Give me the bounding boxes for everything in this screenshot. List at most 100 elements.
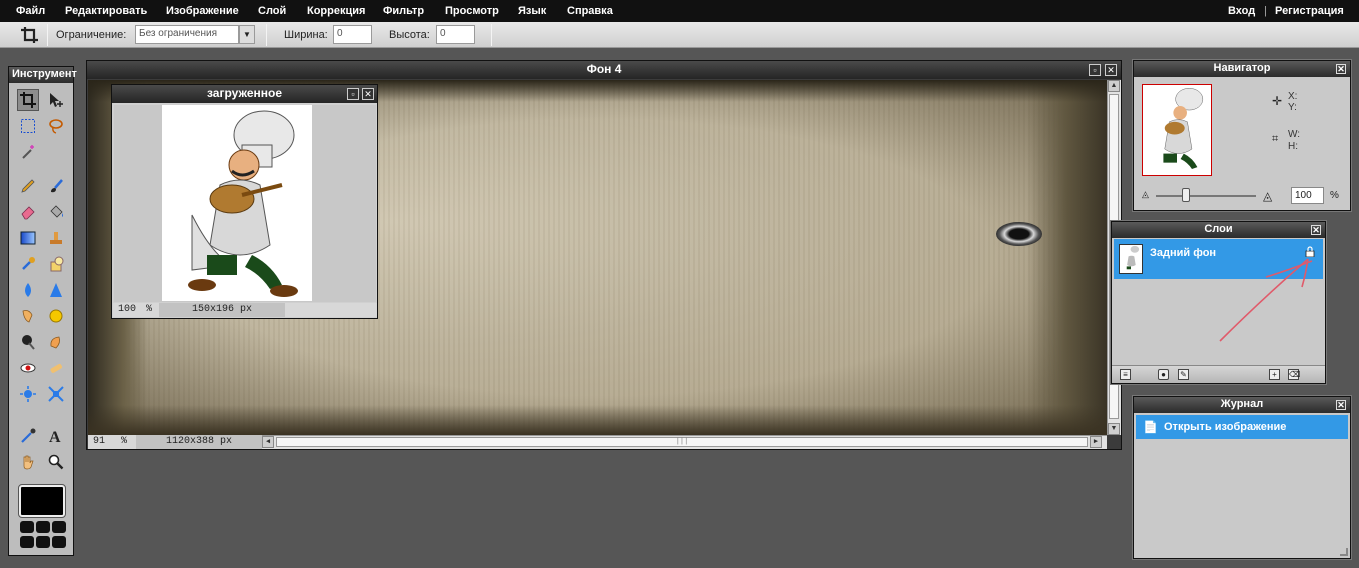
menu-layer[interactable]: Слой [258,5,286,17]
menu-file[interactable]: Файл [16,5,45,17]
zoom-input[interactable]: 91 [93,436,105,447]
brush-icon[interactable] [45,175,67,197]
close-icon[interactable]: ✕ [1311,225,1321,235]
menu-filter[interactable]: Фильтр [383,5,424,17]
pinch-icon[interactable] [45,383,67,405]
pencil-icon[interactable] [17,175,39,197]
swatch[interactable] [52,536,66,548]
width-input[interactable]: 0 [333,25,372,44]
chevron-down-icon[interactable]: ▼ [239,25,255,44]
resize-handle[interactable] [1340,548,1348,556]
magic-wand-icon[interactable] [17,141,39,163]
scroll-down-icon[interactable]: ▼ [1108,423,1120,435]
close-icon[interactable]: ✕ [1105,64,1117,76]
layers-title: Слои [1112,222,1325,238]
zoom-slider-track[interactable] [1156,195,1256,197]
move-icon[interactable] [45,89,67,111]
zoom-slider-thumb[interactable] [1182,188,1190,202]
maximize-icon[interactable]: ▫ [1089,64,1101,76]
gradient-icon[interactable] [17,227,39,249]
zoom-in-icon[interactable]: ◬ [1263,189,1272,203]
selection-size-icon: ⌗ [1272,133,1279,145]
close-icon[interactable]: ✕ [362,88,374,100]
menu-help[interactable]: Справка [567,5,613,17]
scroll-right-icon[interactable]: ▶ [1090,436,1102,448]
tools-panel: Инструмент A [8,66,77,556]
main-document-title: Фон 4 [87,61,1121,79]
color-picker-icon[interactable] [17,425,39,447]
options-divider [266,24,267,46]
color-replace-icon[interactable] [17,253,39,275]
menu-separator: | [1264,5,1267,17]
sponge-icon[interactable] [45,305,67,327]
navigator-zoom-unit: % [1330,190,1339,201]
constraint-label: Ограничение: [56,29,127,41]
scroll-left-icon[interactable]: ◀ [262,436,274,448]
layers-panel: Слои ✕ Задний фон ≡ ● ✎ + ⌫ [1111,221,1326,384]
login-link[interactable]: Вход [1228,5,1255,17]
stamp-icon[interactable] [45,227,67,249]
maximize-icon[interactable]: ▫ [347,88,359,100]
zoom-icon[interactable] [45,451,67,473]
menu-adjustments[interactable]: Коррекция [307,5,365,17]
swatch[interactable] [52,521,66,533]
nav-y-label: Y: [1288,102,1297,113]
blur-icon[interactable] [17,279,39,301]
new-layer-icon[interactable]: + [1269,369,1280,380]
register-link[interactable]: Регистрация [1275,5,1344,17]
trash-icon[interactable]: ⌫ [1288,369,1300,380]
loaded-document-title: загруженное [112,85,377,103]
height-label: Высота: [389,29,430,41]
scroll-up-icon[interactable]: ▲ [1108,80,1120,92]
sharpen-icon[interactable] [45,279,67,301]
options-divider [491,24,492,46]
constraint-select[interactable]: Без ограничения [135,25,239,44]
layer-options-icon[interactable]: ≡ [1120,369,1131,380]
red-eye-icon[interactable] [17,357,39,379]
crop-icon[interactable] [20,26,40,44]
layer-mask-icon[interactable]: ● [1158,369,1169,380]
bloat-icon[interactable] [17,383,39,405]
navigator-thumbnail[interactable] [1142,84,1212,176]
height-input[interactable]: 0 [436,25,475,44]
bucket-icon[interactable] [45,201,67,223]
swatch[interactable] [20,521,34,533]
marquee-icon[interactable] [17,115,39,137]
menu-language[interactable]: Язык [518,5,546,17]
loaded-image-viewport[interactable] [114,105,376,302]
close-icon[interactable]: ✕ [1336,64,1346,74]
drawing-icon[interactable] [45,253,67,275]
navigator-zoom-input[interactable]: 100 [1291,187,1324,204]
smudge-icon[interactable] [17,305,39,327]
burn-icon[interactable] [45,331,67,353]
zoom-input[interactable]: 100 [118,304,136,315]
spot-heal-icon[interactable] [45,357,67,379]
foreground-color-swatch[interactable] [18,484,66,518]
zoom-unit: % [146,304,153,315]
zoom-unit: % [121,436,128,447]
swatch[interactable] [36,521,50,533]
nav-h-label: H: [1288,141,1298,152]
history-item[interactable]: 📄 Открыть изображение [1136,415,1348,439]
close-icon[interactable]: ✕ [1336,400,1346,410]
text-icon[interactable]: A [45,425,67,447]
image-size-readout: 1120x388 px [136,435,262,449]
horizontal-scrollbar[interactable]: ◀ ||| ▶ [262,435,1107,449]
menu-view[interactable]: Просмотр [445,5,499,17]
horizontal-scroll-thumb[interactable]: ||| [276,437,1088,447]
layer-name: Задний фон [1150,247,1217,259]
layers-footer: ≡ ● ✎ + ⌫ [1112,365,1325,383]
dodge-icon[interactable] [17,331,39,353]
eraser-icon[interactable] [17,201,39,223]
layer-style-icon[interactable]: ✎ [1178,369,1189,380]
menu-edit[interactable]: Редактировать [65,5,147,17]
navigator-panel: Навигатор ✕ ✛ X: Y: ⌗ W: H: ◬ ◬ 100 % [1133,60,1351,211]
swatch[interactable] [20,536,34,548]
crop-icon[interactable] [17,89,39,111]
menu-image[interactable]: Изображение [166,5,239,17]
zoom-out-icon[interactable]: ◬ [1142,189,1149,200]
lasso-icon[interactable] [45,115,67,137]
swatch[interactable] [36,536,50,548]
canvas-texture [1027,80,1107,435]
hand-icon[interactable] [17,451,39,473]
